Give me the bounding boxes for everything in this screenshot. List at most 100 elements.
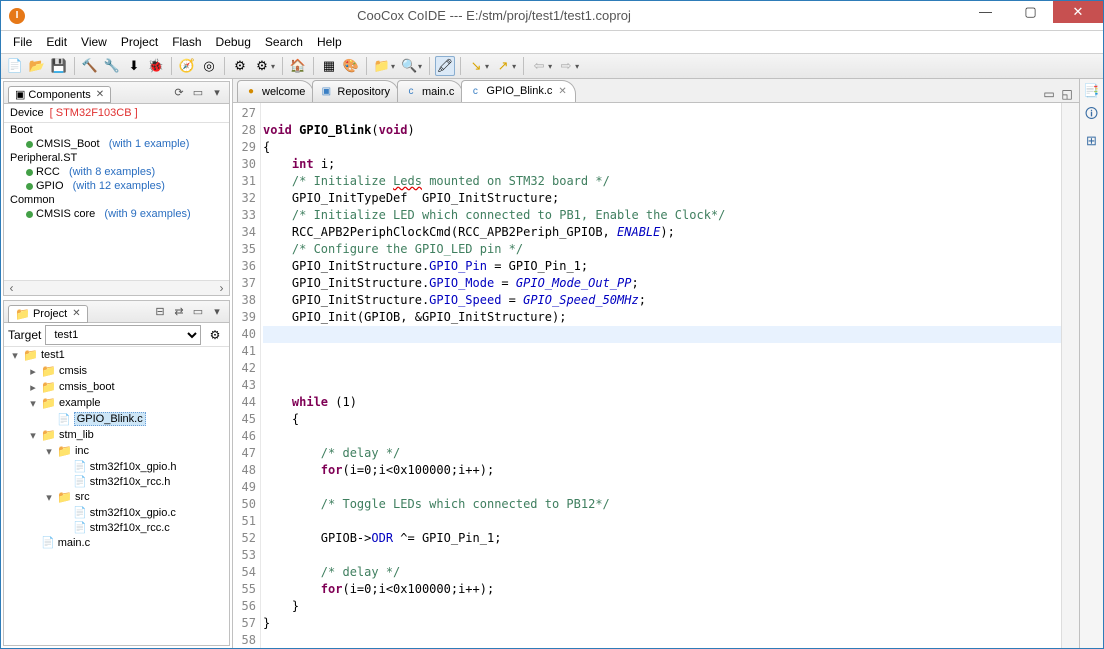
home-icon[interactable]: 🏠 xyxy=(288,56,308,76)
open-icon[interactable]: 📂 xyxy=(27,56,47,76)
tree-item[interactable]: 📄 main.c xyxy=(4,535,229,550)
menu-edit[interactable]: Edit xyxy=(40,33,73,51)
target-select[interactable]: test1 xyxy=(45,325,201,345)
component-group[interactable]: Boot xyxy=(4,123,229,137)
menu-flash[interactable]: Flash xyxy=(166,33,207,51)
component-item[interactable]: CMSIS_Boot (with 1 example) xyxy=(4,137,229,151)
dropdown-icon[interactable]: ▾ xyxy=(271,62,275,71)
dropdown-icon[interactable]: ▾ xyxy=(575,62,579,71)
save-icon[interactable]: 💾 xyxy=(49,56,69,76)
grid-icon[interactable]: ▦ xyxy=(319,56,339,76)
components-tab[interactable]: ▣ Components ✕ xyxy=(8,86,111,103)
tree-item[interactable]: ▸📁 cmsis xyxy=(4,363,229,379)
prev-ann-icon[interactable]: ↗ xyxy=(493,56,513,76)
menu-view[interactable]: View xyxy=(75,33,113,51)
titlebar[interactable]: I CooCox CoIDE --- E:/stm/proj/test1/tes… xyxy=(1,1,1103,31)
editor-tab[interactable]: cGPIO_Blink.c ✕ xyxy=(461,80,575,102)
config-icon[interactable]: 🧭 xyxy=(177,56,197,76)
file-icon: c xyxy=(468,84,482,98)
palette-icon[interactable]: 🎨 xyxy=(341,56,361,76)
target-label: Target xyxy=(8,328,41,342)
dropdown-icon[interactable]: ▾ xyxy=(418,62,422,71)
panel-header[interactable]: 📁 Project ✕ ⊟ ⇄ ▭ ▾ xyxy=(4,301,229,323)
menu-search[interactable]: Search xyxy=(259,33,309,51)
editor-tab[interactable]: cmain.c xyxy=(397,80,463,102)
target-settings-icon[interactable]: ⚙ xyxy=(205,325,225,345)
examples-link[interactable]: (with 1 example) xyxy=(109,138,190,150)
tree-item[interactable]: 📄 stm32f10x_rcc.h xyxy=(4,474,229,489)
minimize-button[interactable]: — xyxy=(963,1,1008,23)
dropdown-icon[interactable]: ▾ xyxy=(548,62,552,71)
menu-debug[interactable]: Debug xyxy=(210,33,257,51)
tree-item[interactable]: 📄 stm32f10x_gpio.c xyxy=(4,505,229,520)
outline-icon[interactable]: 📑 xyxy=(1083,83,1099,99)
dropdown-icon[interactable]: ▾ xyxy=(512,62,516,71)
rebuild-icon[interactable]: 🔧 xyxy=(102,56,122,76)
menu-project[interactable]: Project xyxy=(115,33,164,51)
maximize-button[interactable]: ▢ xyxy=(1008,1,1053,23)
search-icon[interactable]: 🔍 xyxy=(399,56,419,76)
toolbar: 📄 📂 💾 🔨 🔧 ⬇ 🐞 🧭 ◎ ⚙ ⚙▾ 🏠 ▦ 🎨 📁▾ 🔍▾ 🖍 ↘▾ … xyxy=(1,53,1103,79)
restore-icon[interactable]: ◱ xyxy=(1059,86,1075,102)
target-row: Target test1 ⚙ xyxy=(4,323,229,347)
project-tab[interactable]: 📁 Project ✕ xyxy=(8,305,88,323)
tree-item[interactable]: ▸📁 cmsis_boot xyxy=(4,379,229,395)
build-icon[interactable]: 🔨 xyxy=(80,56,100,76)
dropdown-icon[interactable]: ▾ xyxy=(485,62,489,71)
tree-item[interactable]: 📄 stm32f10x_gpio.h xyxy=(4,459,229,474)
menu-file[interactable]: File xyxy=(7,33,38,51)
examples-link[interactable]: (with 9 examples) xyxy=(104,208,190,220)
component-item[interactable]: CMSIS core (with 9 examples) xyxy=(4,207,229,221)
open-type-icon[interactable]: 📁 xyxy=(372,56,392,76)
tree-item[interactable]: ▾📁 stm_lib xyxy=(4,427,229,443)
tree-item[interactable]: ▾📁 src xyxy=(4,489,229,505)
collapse-icon[interactable]: ⊟ xyxy=(152,304,168,320)
highlighter-icon[interactable]: 🖍 xyxy=(435,56,455,76)
examples-link[interactable]: (with 8 examples) xyxy=(69,166,155,178)
component-item[interactable]: GPIO (with 12 examples) xyxy=(4,179,229,193)
device-row[interactable]: Device [ STM32F103CB ] xyxy=(4,104,229,123)
peripherals-icon[interactable]: ⊞ xyxy=(1086,133,1097,149)
minimize-icon[interactable]: ▭ xyxy=(190,304,206,320)
overview-ruler[interactable] xyxy=(1061,103,1079,648)
back-icon[interactable]: ⇦ xyxy=(529,56,549,76)
tree-item[interactable]: ▾📁 inc xyxy=(4,443,229,459)
gutter: 2728293031323334353637383940414243444546… xyxy=(233,103,261,648)
link-icon[interactable]: ⇄ xyxy=(171,304,187,320)
close-icon[interactable]: ✕ xyxy=(72,308,80,319)
editor-tab[interactable]: ▣Repository xyxy=(312,80,399,102)
tree-item[interactable]: 📄 stm32f10x_rcc.c xyxy=(4,520,229,535)
forward-icon[interactable]: ⇨ xyxy=(556,56,576,76)
new-file-icon[interactable]: 📄 xyxy=(5,56,25,76)
refresh-icon[interactable]: ⟳ xyxy=(171,85,187,101)
close-icon[interactable]: ✕ xyxy=(96,89,104,100)
gear-icon[interactable]: ⚙ xyxy=(230,56,250,76)
maximize-icon[interactable]: ▭ xyxy=(1041,86,1057,102)
panel-header[interactable]: ▣ Components ✕ ⟳ ▭ ▾ xyxy=(4,82,229,104)
menu-icon[interactable]: ▾ xyxy=(209,304,225,320)
folder-icon: 📁 xyxy=(15,307,30,321)
tree-root[interactable]: ▾📁 test1 xyxy=(4,347,229,363)
code-area[interactable]: void GPIO_Blink(void){ int i; /* Initial… xyxy=(261,103,1061,648)
download-icon[interactable]: ⬇ xyxy=(124,56,144,76)
tree-item[interactable]: ▾📁 example xyxy=(4,395,229,411)
hscroll[interactable]: ‹› xyxy=(4,280,229,295)
settings-icon[interactable]: ⚙ xyxy=(252,56,272,76)
target-icon[interactable]: ◎ xyxy=(199,56,219,76)
code-editor[interactable]: 2728293031323334353637383940414243444546… xyxy=(233,103,1079,648)
component-group[interactable]: Common xyxy=(4,193,229,207)
examples-link[interactable]: (with 12 examples) xyxy=(73,180,165,192)
menu-help[interactable]: Help xyxy=(311,33,348,51)
tree-item[interactable]: 📄 GPIO_Blink.c xyxy=(4,411,229,427)
next-ann-icon[interactable]: ↘ xyxy=(466,56,486,76)
menu-icon[interactable]: ▾ xyxy=(209,85,225,101)
editor-tab[interactable]: ●welcome xyxy=(237,80,314,102)
debug-icon[interactable]: 🐞 xyxy=(146,56,166,76)
close-icon[interactable]: ✕ xyxy=(558,86,566,97)
dropdown-icon[interactable]: ▾ xyxy=(391,62,395,71)
component-group[interactable]: Peripheral.ST xyxy=(4,151,229,165)
component-item[interactable]: RCC (with 8 examples) xyxy=(4,165,229,179)
minimize-icon[interactable]: ▭ xyxy=(190,85,206,101)
help-icon[interactable]: 🛈 xyxy=(1085,105,1098,127)
close-button[interactable]: ✕ xyxy=(1053,1,1103,23)
